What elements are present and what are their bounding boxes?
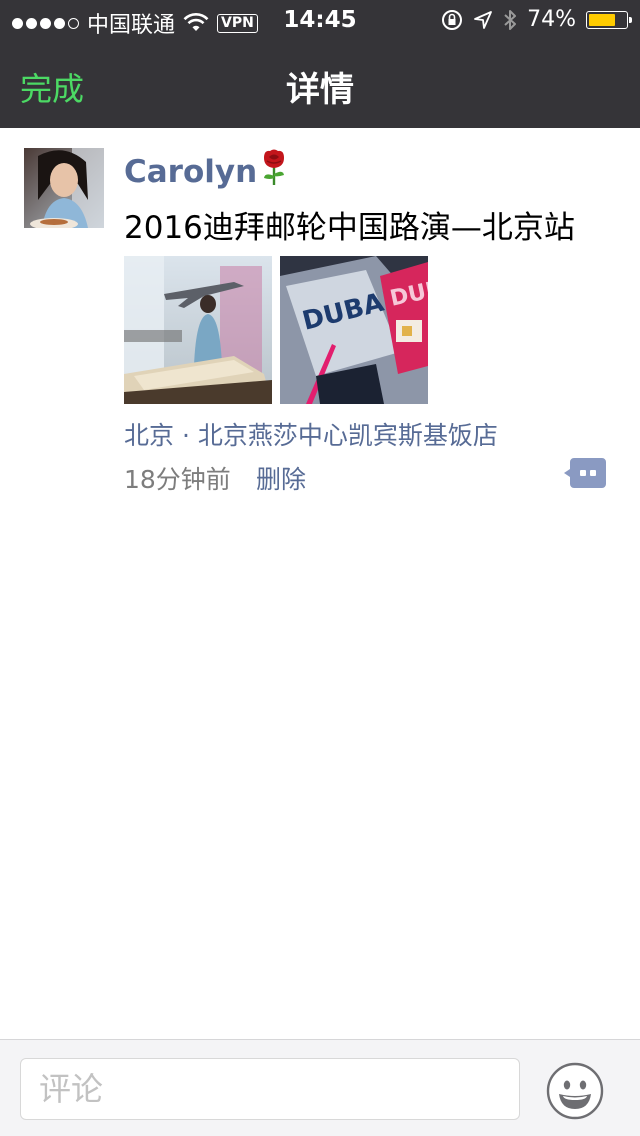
emoji-button[interactable] <box>546 1062 604 1120</box>
post-text: 2016迪拜邮轮中国路演—北京站 <box>124 210 575 246</box>
navigation-bar: 完成 详情 <box>0 40 640 128</box>
author-name-text: Carolyn <box>124 154 258 190</box>
status-right: 74% <box>441 7 632 32</box>
post-photo-2[interactable]: DUBAI DUBAI <box>280 256 428 404</box>
status-bar: 中国联通 VPN 14:45 74% <box>0 0 640 40</box>
rose-emoji-icon <box>261 148 287 194</box>
smiley-icon <box>546 1062 604 1120</box>
author-name[interactable]: Carolyn <box>124 148 287 194</box>
avatar[interactable] <box>24 148 104 228</box>
location-arrow-icon <box>474 10 492 29</box>
rotation-lock-icon <box>442 9 463 30</box>
bluetooth-icon <box>504 9 517 30</box>
post-time: 18分钟前 <box>124 465 231 494</box>
top-bar: 中国联通 VPN 14:45 74% 完成 详情 <box>0 0 640 128</box>
post-location[interactable]: 北京 · 北京燕莎中心凯宾斯基饭店 <box>124 416 498 452</box>
battery-icon <box>586 10 632 29</box>
battery-percent: 74% <box>527 7 576 32</box>
delete-button[interactable]: 删除 <box>256 460 306 496</box>
comment-input[interactable]: 评论 <box>20 1058 520 1120</box>
comment-bar: 评论 <box>0 1039 640 1136</box>
page-title: 详情 <box>286 70 354 110</box>
post-photo-1[interactable] <box>124 256 272 404</box>
comment-action-icon[interactable] <box>564 456 606 490</box>
